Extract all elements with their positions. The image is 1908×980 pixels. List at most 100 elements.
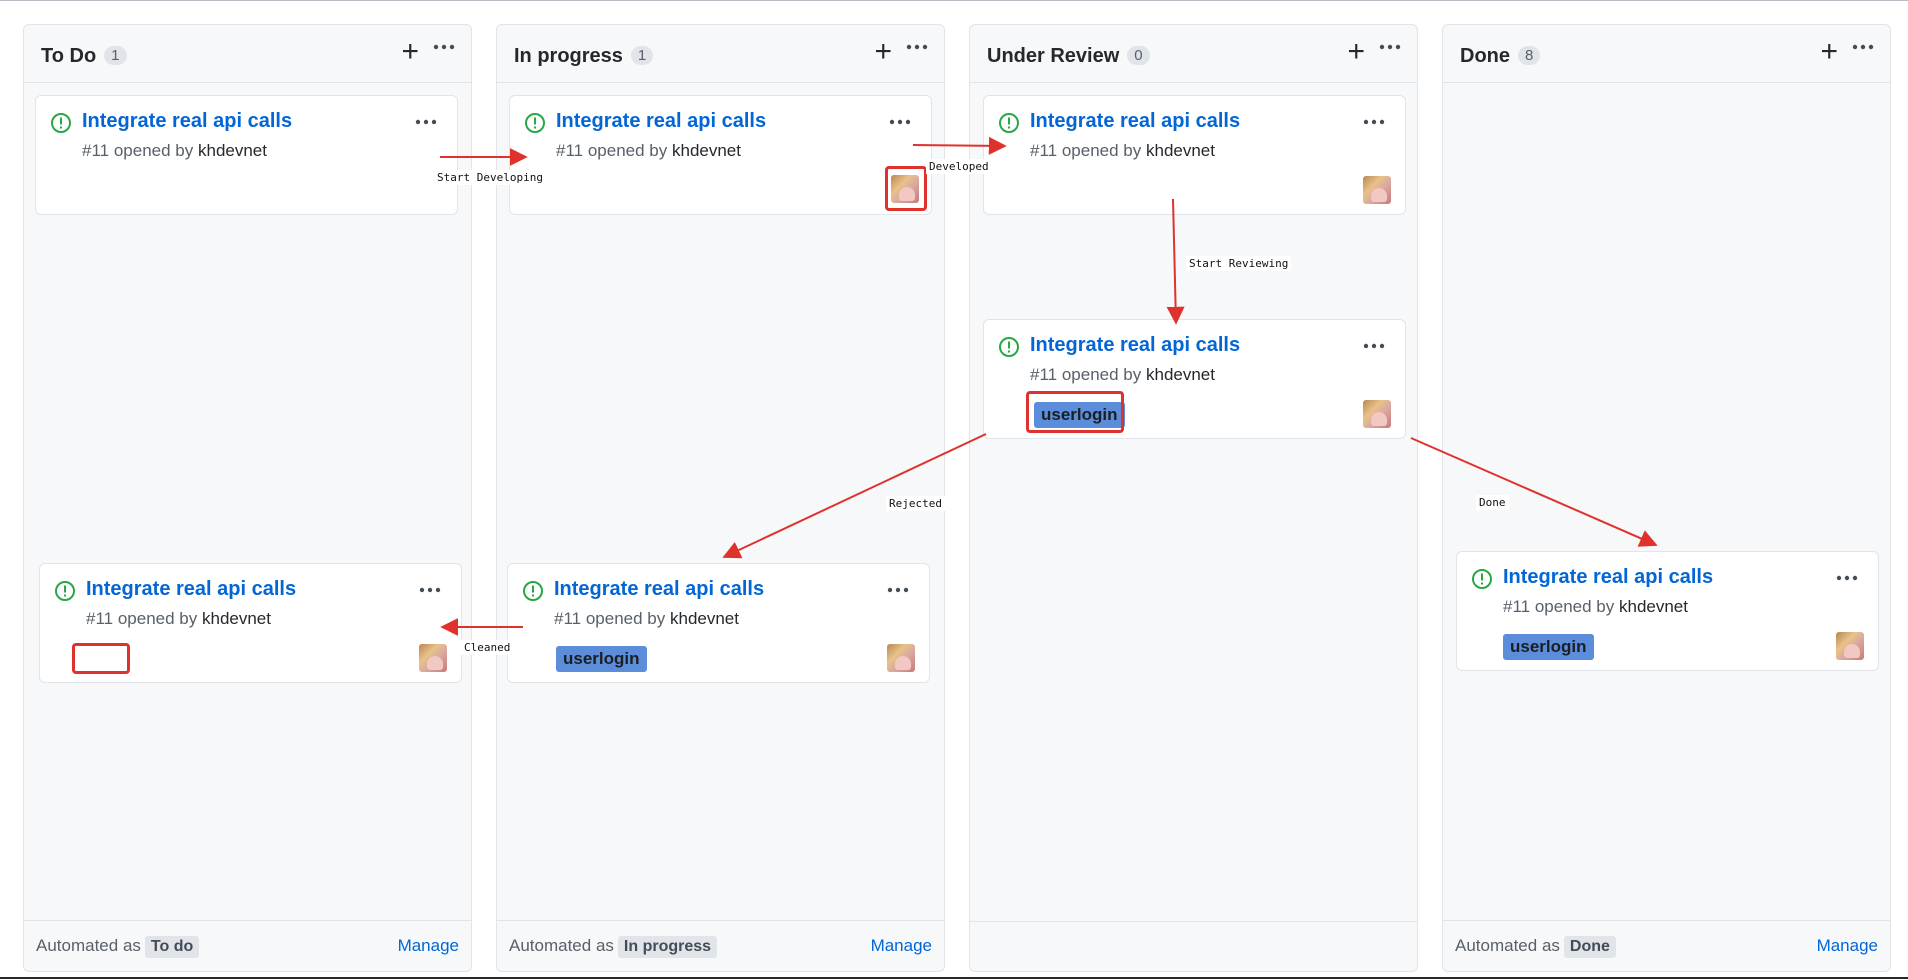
automation-badge: To do: [144, 936, 200, 958]
author-link[interactable]: khdevnet: [672, 141, 741, 160]
column-header: To Do 1 +: [24, 25, 471, 83]
card-menu-icon[interactable]: [1836, 574, 1858, 582]
column-footer: [969, 921, 1418, 971]
column-title: In progress 1: [514, 45, 654, 68]
column-footer: Automated as To do Manage: [24, 920, 471, 971]
opened-by-text: opened by: [587, 141, 668, 160]
manage-automation-link[interactable]: Manage: [871, 936, 932, 956]
opened-by-text: opened by: [1061, 141, 1142, 160]
column-footer: Automated as In progress Manage: [497, 920, 944, 971]
issue-meta: #11 opened by khdevnet: [554, 609, 739, 629]
issue-title-link[interactable]: Integrate real api calls: [1030, 110, 1240, 133]
opened-by-text: opened by: [585, 609, 666, 628]
opened-by-text: opened by: [1061, 365, 1142, 384]
issue-title-link[interactable]: Integrate real api calls: [554, 578, 764, 601]
column-menu-icon[interactable]: [433, 43, 455, 51]
issue-opened-icon: [999, 337, 1019, 357]
opened-by-text: opened by: [117, 609, 198, 628]
issue-card[interactable]: Integrate real api calls #11 opened by k…: [509, 95, 932, 215]
issue-meta: #11 opened by khdevnet: [86, 609, 271, 629]
issue-title-link[interactable]: Integrate real api calls: [556, 110, 766, 133]
issue-meta: #11 opened by khdevnet: [556, 141, 741, 161]
assignee-avatar[interactable]: [419, 644, 447, 672]
issue-card[interactable]: Integrate real api calls #11 opened by k…: [983, 95, 1406, 215]
card-menu-icon[interactable]: [419, 586, 441, 594]
card-menu-icon[interactable]: [1363, 118, 1385, 126]
card-menu-icon[interactable]: [887, 586, 909, 594]
author-link[interactable]: khdevnet: [670, 609, 739, 628]
author-link[interactable]: khdevnet: [1146, 141, 1215, 160]
column-count-badge: 1: [104, 46, 127, 65]
annotation-developed: Developed: [926, 159, 992, 174]
label-userlogin[interactable]: userlogin: [1503, 634, 1594, 660]
issue-number: #11: [82, 141, 110, 160]
issue-opened-icon: [51, 113, 71, 133]
column-header: Done 8 +: [1443, 25, 1890, 83]
author-link[interactable]: khdevnet: [1146, 365, 1215, 384]
column-title: To Do 1: [41, 45, 127, 68]
add-card-button[interactable]: +: [401, 37, 419, 67]
automation-badge: In progress: [617, 936, 718, 958]
card-menu-icon[interactable]: [889, 118, 911, 126]
issue-number: #11: [1030, 141, 1058, 160]
issue-opened-icon: [999, 113, 1019, 133]
automation-badge: Done: [1563, 936, 1616, 958]
highlight-box: [885, 166, 927, 211]
issue-opened-icon: [1472, 569, 1492, 589]
issue-number: #11: [1030, 365, 1058, 384]
column-title: Done 8: [1460, 45, 1541, 68]
assignee-avatar[interactable]: [887, 644, 915, 672]
issue-meta: #11 opened by khdevnet: [82, 141, 267, 161]
annotation-done: Done: [1476, 495, 1509, 510]
issue-meta: #11 opened by khdevnet: [1030, 141, 1215, 161]
issue-title-link[interactable]: Integrate real api calls: [82, 110, 292, 133]
issue-opened-icon: [523, 581, 543, 601]
card-menu-icon[interactable]: [1363, 342, 1385, 350]
issue-opened-icon: [55, 581, 75, 601]
window-top-border: [0, 0, 1908, 1]
column-count-badge: 0: [1127, 46, 1150, 65]
issue-card[interactable]: Integrate real api calls #11 opened by k…: [507, 563, 930, 683]
annotation-cleaned: Cleaned: [461, 640, 514, 655]
column-count-badge: 8: [1518, 46, 1541, 65]
add-card-button[interactable]: +: [1820, 37, 1838, 67]
annotation-start-reviewing: Start Reviewing: [1186, 256, 1292, 271]
add-card-button[interactable]: +: [1347, 37, 1365, 67]
issue-title-link[interactable]: Integrate real api calls: [1503, 566, 1713, 589]
issue-opened-icon: [525, 113, 545, 133]
issue-number: #11: [1503, 597, 1531, 616]
label-userlogin[interactable]: userlogin: [556, 646, 647, 672]
issue-title-link[interactable]: Integrate real api calls: [86, 578, 296, 601]
issue-card[interactable]: Integrate real api calls #11 opened by k…: [1456, 551, 1879, 671]
assignee-avatar[interactable]: [1363, 176, 1391, 204]
assignee-avatar[interactable]: [1363, 400, 1391, 428]
issue-title-link[interactable]: Integrate real api calls: [1030, 334, 1240, 357]
author-link[interactable]: khdevnet: [202, 609, 271, 628]
column-header: Under Review 0 +: [970, 25, 1417, 83]
column-menu-icon[interactable]: [1379, 43, 1401, 51]
automation-status: Automated as To do: [36, 936, 200, 958]
column-menu-icon[interactable]: [1852, 43, 1874, 51]
opened-by-text: opened by: [1534, 597, 1615, 616]
issue-number: #11: [556, 141, 584, 160]
column-menu-icon[interactable]: [906, 43, 928, 51]
card-menu-icon[interactable]: [415, 118, 437, 126]
author-link[interactable]: khdevnet: [1619, 597, 1688, 616]
column-header: In progress 1 +: [497, 25, 944, 83]
add-card-button[interactable]: +: [874, 37, 892, 67]
highlight-box: [1026, 391, 1124, 433]
manage-automation-link[interactable]: Manage: [398, 936, 459, 956]
column-done: Done 8 + Automated as Done Manage: [1442, 24, 1891, 972]
annotation-start-developing: Start Developing: [434, 170, 546, 185]
highlight-box: [72, 643, 130, 674]
assignee-avatar[interactable]: [1836, 632, 1864, 660]
manage-automation-link[interactable]: Manage: [1817, 936, 1878, 956]
column-title: Under Review 0: [987, 45, 1150, 68]
author-link[interactable]: khdevnet: [198, 141, 267, 160]
column-footer: Automated as Done Manage: [1443, 920, 1890, 971]
annotation-rejected: Rejected: [886, 496, 945, 511]
issue-card[interactable]: Integrate real api calls #11 opened by k…: [35, 95, 458, 215]
column-count-badge: 1: [630, 46, 654, 65]
automation-status: Automated as Done: [1455, 936, 1616, 958]
automation-status: Automated as In progress: [509, 936, 718, 958]
